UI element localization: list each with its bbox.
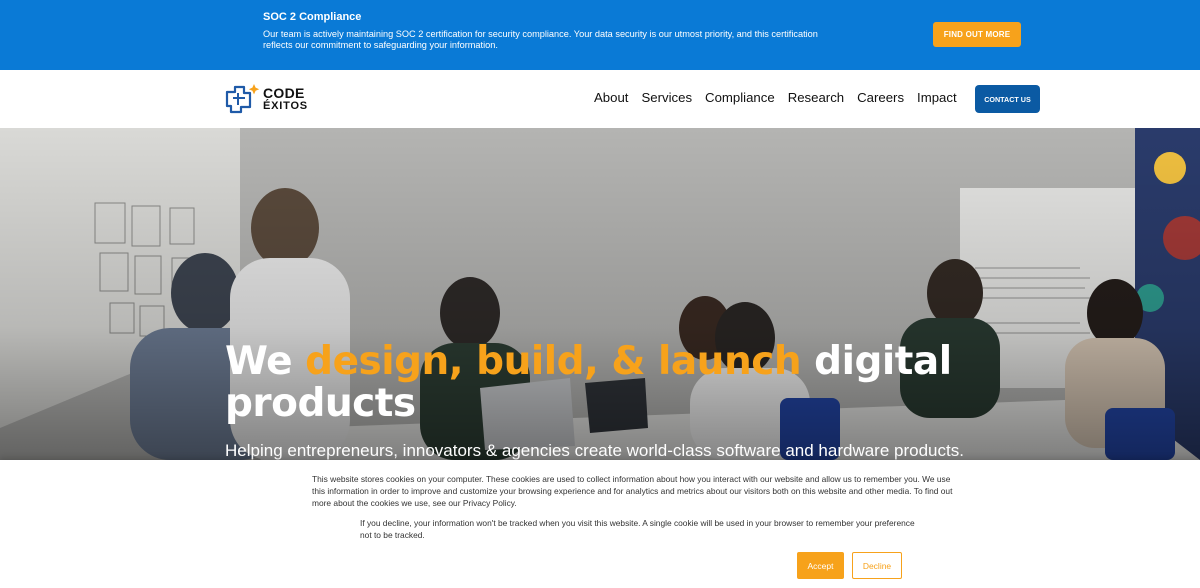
logo-text-secondary: ÉXITOS <box>263 100 308 112</box>
cookie-main-text: This website stores cookies on your comp… <box>312 474 953 508</box>
nav-compliance[interactable]: Compliance <box>705 90 775 106</box>
cookie-consent-banner: This website stores cookies on your comp… <box>0 460 1200 588</box>
hero-section: We design, build, & launch digital produ… <box>0 128 1200 460</box>
hero-headline: We design, build, & launch digital produ… <box>225 341 985 425</box>
cookie-accept-button[interactable]: Accept <box>797 552 844 579</box>
cookie-secondary-text: If you decline, your information won't b… <box>360 518 915 540</box>
nav-impact[interactable]: Impact <box>917 90 957 106</box>
nav-services[interactable]: Services <box>641 90 692 106</box>
hero-headline-accent: design, build, & launch <box>305 339 802 384</box>
announcement-banner: SOC 2 Compliance Our team is actively ma… <box>0 0 1200 70</box>
find-out-more-button[interactable]: FIND OUT MORE <box>933 22 1021 47</box>
logo-mark-icon <box>225 84 260 114</box>
nav-research[interactable]: Research <box>788 90 844 106</box>
cookie-decline-button[interactable]: Decline <box>852 552 902 579</box>
announcement-text: Our team is actively maintaining SOC 2 c… <box>263 29 818 50</box>
hero-subheadline: Helping entrepreneurs, innovators & agen… <box>225 441 964 460</box>
contact-us-button[interactable]: CONTACT US <box>975 85 1040 113</box>
nav-careers[interactable]: Careers <box>857 90 904 106</box>
nav-about[interactable]: About <box>594 90 628 106</box>
announcement-title: SOC 2 Compliance <box>263 11 362 23</box>
hero-headline-start: We <box>225 339 306 384</box>
main-nav: About Services Compliance Research Caree… <box>594 90 970 106</box>
site-header: CODE ÉXITOS About Services Compliance Re… <box>0 70 1200 128</box>
logo-text-primary: CODE <box>263 85 305 101</box>
logo[interactable]: CODE ÉXITOS <box>224 81 314 117</box>
